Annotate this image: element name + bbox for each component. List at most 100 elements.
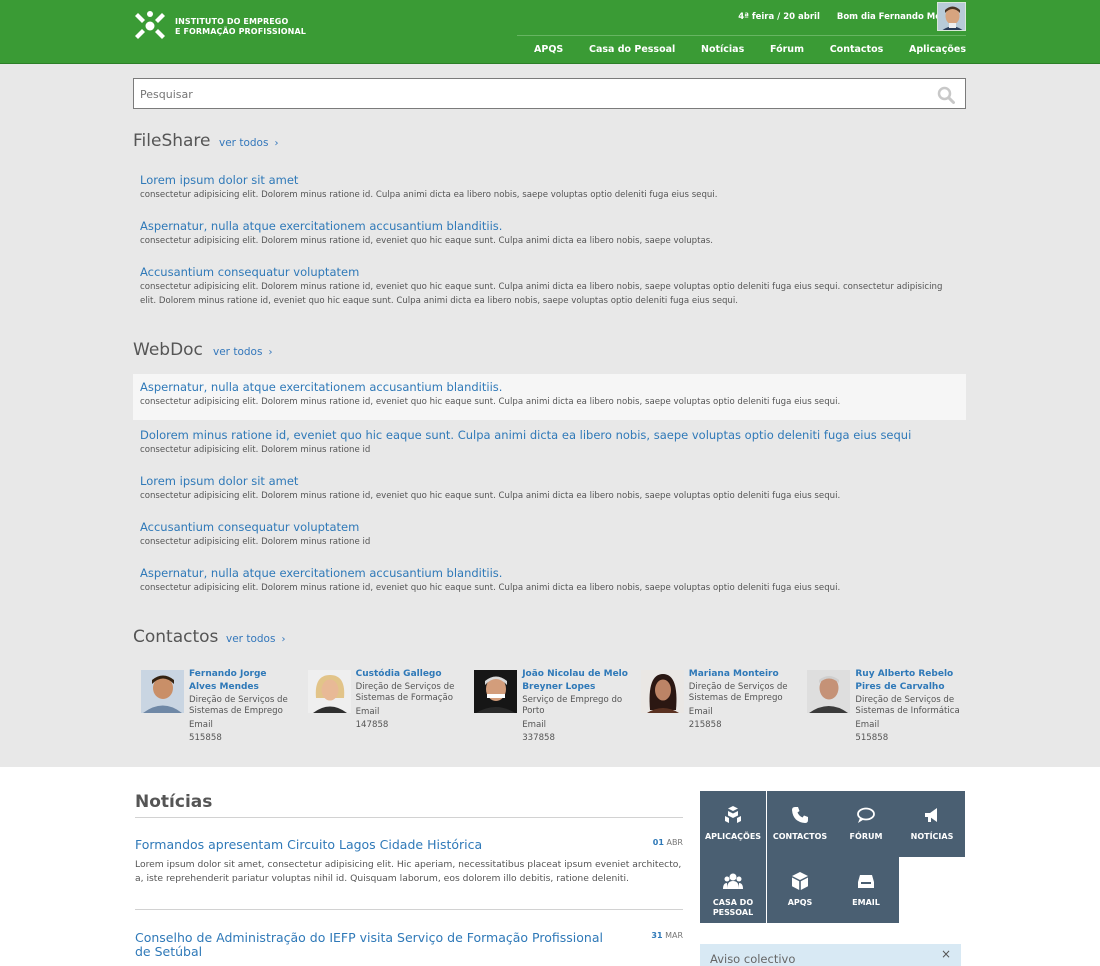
user-avatar[interactable] [937,2,966,31]
contact-card[interactable]: Fernando Jorge Alves Mendes Direção de S… [133,668,300,760]
news-title-divider [135,817,683,818]
webdoc-item-title[interactable]: Accusantium consequatur voluptatem [140,519,959,535]
fileshare-item[interactable]: Aspernatur, nulla atque exercitationem a… [133,215,966,253]
contact-dept: Direção de Serviços de Sistemas de Empre… [688,682,788,703]
news-date-day: 01 [652,838,664,847]
webdoc-item-desc: consectetur adipisicing elit. Dolorem mi… [140,583,841,593]
contact-email-link[interactable]: Email [522,719,628,731]
contact-photo[interactable] [640,670,684,713]
contact-card[interactable]: João Nicolau de Melo Breyner Lopes Servi… [466,668,633,760]
tile-apqs[interactable]: APQS [767,857,833,923]
fileshare-item-title[interactable]: Aspernatur, nulla atque exercitationem a… [140,218,959,234]
contact-email-link[interactable]: Email [356,706,462,718]
fileshare-item[interactable]: Accusantium consequatur voluptatem conse… [133,261,966,313]
webdoc-item-title[interactable]: Aspernatur, nulla atque exercitationem a… [140,565,959,581]
nav-item-apqs[interactable]: APQS [534,44,563,58]
search-bar [133,78,966,109]
contact-photo[interactable] [141,670,184,713]
contact-photo-image [807,670,851,713]
contact-email-link[interactable]: Email [855,719,961,731]
news-date-day: 31 [651,931,663,940]
webdoc-item-desc: consectetur adipisicing elit. Dolorem mi… [140,537,371,547]
tile-noticias[interactable]: NOTÍCIAS [899,791,965,857]
webdoc-view-all-link[interactable]: ver todos › [213,346,272,358]
contact-email-link[interactable]: Email [689,706,795,718]
webdoc-item[interactable]: Dolorem minus ratione id, eveniet quo hi… [133,424,966,462]
contact-photo-image [141,670,184,713]
tile-label: CONTACTOS [772,832,828,841]
contact-card[interactable]: Custódia Gallego Direção de Serviços de … [300,668,467,760]
nav-item-casa-do-pessoal[interactable]: Casa do Pessoal [589,44,675,58]
contact-phone: 515858 [189,733,222,743]
iefp-logo[interactable]: INSTITUTO DO EMPREGO E FORMAÇÃO PROFISSI… [133,10,306,44]
webdoc-item[interactable]: Lorem ipsum dolor sit amet consectetur a… [133,470,966,508]
fileshare-item-desc: consectetur adipisicing elit. Dolorem mi… [140,282,943,306]
fileshare-item[interactable]: Lorem ipsum dolor sit amet consectetur a… [133,169,966,207]
notice-panel: Aviso colectivo × [700,944,961,966]
news-item[interactable]: Formandos apresentam Circuito Lagos Cida… [135,838,683,886]
webdoc-section-title: WebDoc [133,340,203,360]
news-date: 31 MAR [651,931,683,940]
nav-item-noticias[interactable]: Notícias [701,44,744,58]
news-item[interactable]: Conselho de Administração do IEFP visita… [135,931,683,959]
contact-name[interactable]: Fernando Jorge Alves Mendes [189,668,295,694]
contact-dept: Direção de Serviços de Sistemas de Infor… [855,695,960,716]
webdoc-item[interactable]: Accusantium consequatur voluptatem conse… [133,516,966,554]
news-headline[interactable]: Formandos apresentam Circuito Lagos Cida… [135,838,683,852]
webdoc-item-title[interactable]: Dolorem minus ratione id, eveniet quo hi… [140,427,959,443]
contact-phone: 337858 [522,733,555,743]
phone-icon [792,807,808,823]
webdoc-item-desc: consectetur adipisicing elit. Dolorem mi… [140,445,371,455]
contact-email-link[interactable]: Email [189,719,295,731]
nav-item-forum[interactable]: Fórum [770,44,804,58]
contact-meta: Fernando Jorge Alves Mendes Direção de S… [189,668,295,745]
news-headline[interactable]: Conselho de Administração do IEFP visita… [135,931,683,959]
nav-item-contactos[interactable]: Contactos [830,44,884,58]
chevron-right-icon: › [281,634,286,645]
tile-casa-do-pessoal[interactable]: CASA DO PESSOAL [700,857,766,923]
contact-meta: Custódia Gallego Direção de Serviços de … [356,668,462,732]
fileshare-item-title[interactable]: Accusantium consequatur voluptatem [140,264,959,280]
webdoc-item[interactable]: Aspernatur, nulla atque exercitationem a… [133,562,966,600]
close-icon[interactable]: × [941,947,951,961]
tile-label: NOTÍCIAS [910,832,954,841]
contact-name[interactable]: Mariana Monteiro [689,668,795,681]
contact-dept: Serviço de Emprego do Porto [522,695,623,716]
inbox-icon [858,875,874,888]
contact-name[interactable]: Ruy Alberto Rebelo Pires de Carvalho [855,668,961,694]
contact-photo[interactable] [807,670,851,713]
contacts-section-title: Contactos [133,627,219,647]
contact-name[interactable]: João Nicolau de Melo Breyner Lopes [522,668,628,694]
contact-card[interactable]: Ruy Alberto Rebelo Pires de Carvalho Dir… [799,668,966,760]
news-divider [135,909,683,910]
fileshare-view-all-label: ver todos [219,137,269,149]
tile-aplicacoes[interactable]: APLICAÇÕES [700,791,766,857]
contact-meta: João Nicolau de Melo Breyner Lopes Servi… [522,668,628,745]
contacts-view-all-link[interactable]: ver todos › [226,633,285,645]
contact-photo[interactable] [474,670,518,713]
tile-forum[interactable]: FÓRUM [833,791,899,857]
user-avatar-image [938,3,965,30]
contact-list: Fernando Jorge Alves Mendes Direção de S… [133,668,966,760]
contact-phone: 215858 [688,720,722,730]
logo-line-1: INSTITUTO DO EMPREGO [175,17,289,26]
webdoc-item-desc: consectetur adipisicing elit. Dolorem mi… [140,491,841,501]
contact-name[interactable]: Custódia Gallego [356,668,462,681]
nav-item-aplicacoes[interactable]: Aplicações [909,44,966,58]
contact-card[interactable]: Mariana Monteiro Direção de Serviços de … [633,668,800,760]
tile-email[interactable]: EMAIL [833,857,899,923]
webdoc-item-title[interactable]: Aspernatur, nulla atque exercitationem a… [140,379,959,395]
chevron-right-icon: › [268,347,273,358]
webdoc-item-title[interactable]: Lorem ipsum dolor sit amet [140,473,959,489]
fileshare-view-all-link[interactable]: ver todos › [219,137,278,149]
fileshare-item-title[interactable]: Lorem ipsum dolor sit amet [140,172,959,188]
contact-dept: Direção de Serviços de Sistemas de Forma… [355,682,455,703]
news-section-title: Notícias [135,792,213,812]
search-icon[interactable] [937,86,955,104]
contact-photo[interactable] [307,670,351,713]
logo-text: INSTITUTO DO EMPREGO E FORMAÇÃO PROFISSI… [175,17,315,37]
contacts-view-all-label: ver todos [226,633,276,645]
webdoc-item-highlighted[interactable]: Aspernatur, nulla atque exercitationem a… [133,374,966,420]
search-input[interactable] [140,86,920,102]
tile-contactos[interactable]: CONTACTOS [767,791,833,857]
